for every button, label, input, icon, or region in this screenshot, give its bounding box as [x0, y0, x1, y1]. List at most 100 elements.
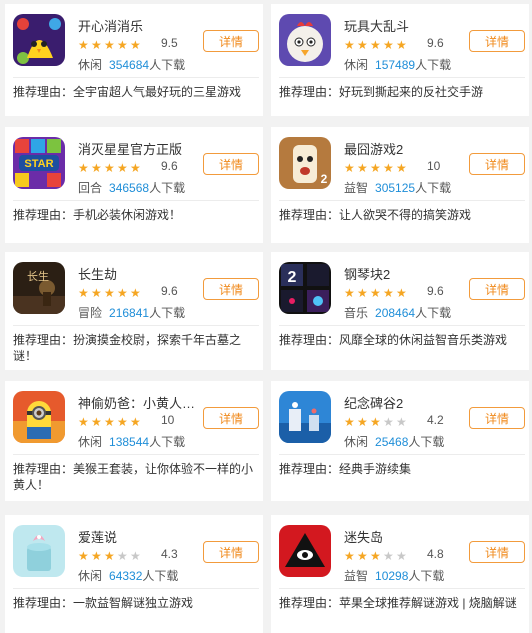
- game-name[interactable]: 迷失岛: [344, 527, 383, 546]
- star-filled-icon: ★: [91, 161, 102, 175]
- download-count: 157489: [375, 58, 416, 72]
- reason-text: 风靡全球的休闲益智音乐类游戏: [339, 333, 508, 347]
- detail-button[interactable]: 详情: [469, 541, 525, 563]
- download-count: 64332: [109, 569, 143, 583]
- star-filled-icon: ★: [104, 161, 115, 175]
- funny-face-icon[interactable]: 2: [279, 137, 331, 189]
- reason-prefix: 推荐理由：: [13, 596, 74, 610]
- game-meta: 休闲 138544人下载: [78, 433, 185, 450]
- game-category: 冒险: [78, 306, 103, 320]
- game-meta: 回合 346568人下载: [78, 179, 185, 196]
- star-empty-icon: ★: [130, 549, 141, 563]
- game-name[interactable]: 长生劫: [78, 264, 117, 283]
- chick-icon[interactable]: [13, 14, 65, 66]
- divider: [13, 325, 259, 326]
- star-filled-icon: ★: [383, 161, 394, 175]
- game-card[interactable]: 迷失岛 ★ ★ ★ ★ ★ 4.8 益智 10298人下载 详情 推荐理由：苹果全球推荐解…: [271, 515, 529, 633]
- game-meta: 休闲 157489人下载: [344, 56, 451, 73]
- detail-button[interactable]: 详情: [203, 407, 259, 429]
- rating-score: 9.6: [427, 284, 444, 298]
- rating-score: 4.2: [427, 413, 444, 427]
- eye-triangle-icon[interactable]: [279, 525, 331, 577]
- tomb-icon[interactable]: 长生: [13, 262, 65, 314]
- detail-button[interactable]: 详情: [469, 153, 525, 175]
- game-meta: 益智 10298人下载: [344, 567, 444, 584]
- divider: [279, 588, 525, 589]
- game-name[interactable]: 开心消消乐: [78, 16, 143, 35]
- game-card[interactable]: 玩具大乱斗 ★ ★ ★ ★ ★ 9.6 休闲 157489人下载 详情 推荐理由：好玩到撕…: [271, 4, 529, 116]
- download-unit: 人下载: [149, 58, 186, 72]
- rating-score: 9.6: [427, 36, 444, 50]
- star-rating: ★ ★ ★ ★ ★: [344, 159, 409, 175]
- star-filled-icon: ★: [344, 549, 355, 563]
- game-meta: 休闲 25468人下载: [344, 433, 444, 450]
- game-card[interactable]: 开心消消乐 ★ ★ ★ ★ ★ 9.5 休闲 354684人下载 详情 推荐理由：全宇宙超…: [5, 4, 263, 116]
- game-meta: 休闲 354684人下载: [78, 56, 185, 73]
- download-unit: 人下载: [149, 435, 186, 449]
- download-count: 208464: [375, 306, 416, 320]
- star-filled-icon: ★: [370, 38, 381, 52]
- game-name[interactable]: 纪念碑谷2: [344, 393, 403, 412]
- download-unit: 人下载: [408, 569, 445, 583]
- star-rating: ★ ★ ★ ★ ★: [344, 284, 409, 300]
- star-rating: ★ ★ ★ ★ ★: [78, 413, 143, 429]
- game-name[interactable]: 最囧游戏2: [344, 139, 403, 158]
- svg-text:长生: 长生: [27, 269, 49, 283]
- detail-button[interactable]: 详情: [203, 278, 259, 300]
- star-filled-icon: ★: [357, 38, 368, 52]
- game-card[interactable]: 纪念碑谷2 ★ ★ ★ ★ ★ 4.2 休闲 25468人下载 详情 推荐理由：经典手游续…: [271, 381, 529, 501]
- chicken-toy-icon[interactable]: [279, 14, 331, 66]
- download-unit: 人下载: [415, 58, 452, 72]
- detail-button[interactable]: 详情: [203, 153, 259, 175]
- star-filled-icon: ★: [344, 38, 355, 52]
- game-name[interactable]: 玩具大乱斗: [344, 16, 409, 35]
- game-card[interactable]: 2 钢琴块2 ★ ★ ★ ★ ★ 9.6 音乐 208464人下载 详情 推荐理由：风靡全…: [271, 252, 529, 370]
- rating-score: 4.3: [161, 547, 178, 561]
- star-filled-icon: ★: [130, 415, 141, 429]
- game-card[interactable]: 神偷奶爸：小黄人… ★ ★ ★ ★ ★ 10 休闲 138544人下载 详情 推荐理由：美…: [5, 381, 263, 501]
- star-filled-icon: ★: [370, 415, 381, 429]
- star-filled-icon: ★: [344, 161, 355, 175]
- divider: [279, 454, 525, 455]
- detail-button[interactable]: 详情: [203, 30, 259, 52]
- star-filled-icon: ★: [370, 161, 381, 175]
- star-empty-icon: ★: [117, 549, 128, 563]
- detail-button[interactable]: 详情: [469, 407, 525, 429]
- game-name[interactable]: 钢琴块2: [344, 264, 390, 283]
- game-name[interactable]: 神偷奶爸：小黄人…: [78, 393, 195, 412]
- game-meta: 益智 305125人下载: [344, 179, 451, 196]
- piano-tiles-icon[interactable]: 2: [279, 262, 331, 314]
- star-filled-icon: ★: [357, 286, 368, 300]
- star-filled-icon: ★: [117, 38, 128, 52]
- star-empty-icon: ★: [383, 549, 394, 563]
- game-card[interactable]: STAR 消灭星星官方正版 ★ ★ ★ ★ ★ 9.6 回合 346568人下载 详情 推…: [5, 127, 263, 243]
- reason-prefix: 推荐理由：: [279, 596, 340, 610]
- rating-score: 4.8: [427, 547, 444, 561]
- star-filled-icon: ★: [91, 415, 102, 429]
- detail-button[interactable]: 详情: [203, 541, 259, 563]
- game-card[interactable]: 长生 长生劫 ★ ★ ★ ★ ★ 9.6 冒险 216841人下载 详情 推荐理由：扮演摸…: [5, 252, 263, 370]
- minion-icon[interactable]: [13, 391, 65, 443]
- game-name[interactable]: 消灭星星官方正版: [78, 139, 182, 158]
- game-meta: 冒险 216841人下载: [78, 304, 185, 321]
- divider: [279, 325, 525, 326]
- reason-prefix: 推荐理由：: [279, 462, 340, 476]
- star-rating: ★ ★ ★ ★ ★: [78, 284, 143, 300]
- recommend-reason: 推荐理由：扮演摸金校尉，探索千年古墓之谜！: [13, 332, 259, 364]
- reason-prefix: 推荐理由：: [279, 333, 340, 347]
- monument-icon[interactable]: [279, 391, 331, 443]
- recommend-reason: 推荐理由：一款益智解谜独立游戏: [13, 595, 259, 611]
- detail-button[interactable]: 详情: [469, 30, 525, 52]
- star-filled-icon: ★: [104, 549, 115, 563]
- lotus-cup-icon[interactable]: [13, 525, 65, 577]
- reason-prefix: 推荐理由：: [13, 85, 74, 99]
- game-name[interactable]: 爱莲说: [78, 527, 117, 546]
- game-card[interactable]: 2 最囧游戏2 ★ ★ ★ ★ ★ 10 益智 305125人下载 详情 推荐理由：让人欲…: [271, 127, 529, 243]
- star-filled-icon: ★: [357, 161, 368, 175]
- recommend-reason: 推荐理由：让人欲哭不得的搞笑游戏: [279, 207, 525, 223]
- pop-star-icon[interactable]: STAR: [13, 137, 65, 189]
- recommend-reason: 推荐理由：经典手游续集: [279, 461, 525, 477]
- game-card[interactable]: 爱莲说 ★ ★ ★ ★ ★ 4.3 休闲 64332人下载 详情 推荐理由：一款益智解谜独…: [5, 515, 263, 633]
- rating-score: 9.6: [161, 284, 178, 298]
- detail-button[interactable]: 详情: [469, 278, 525, 300]
